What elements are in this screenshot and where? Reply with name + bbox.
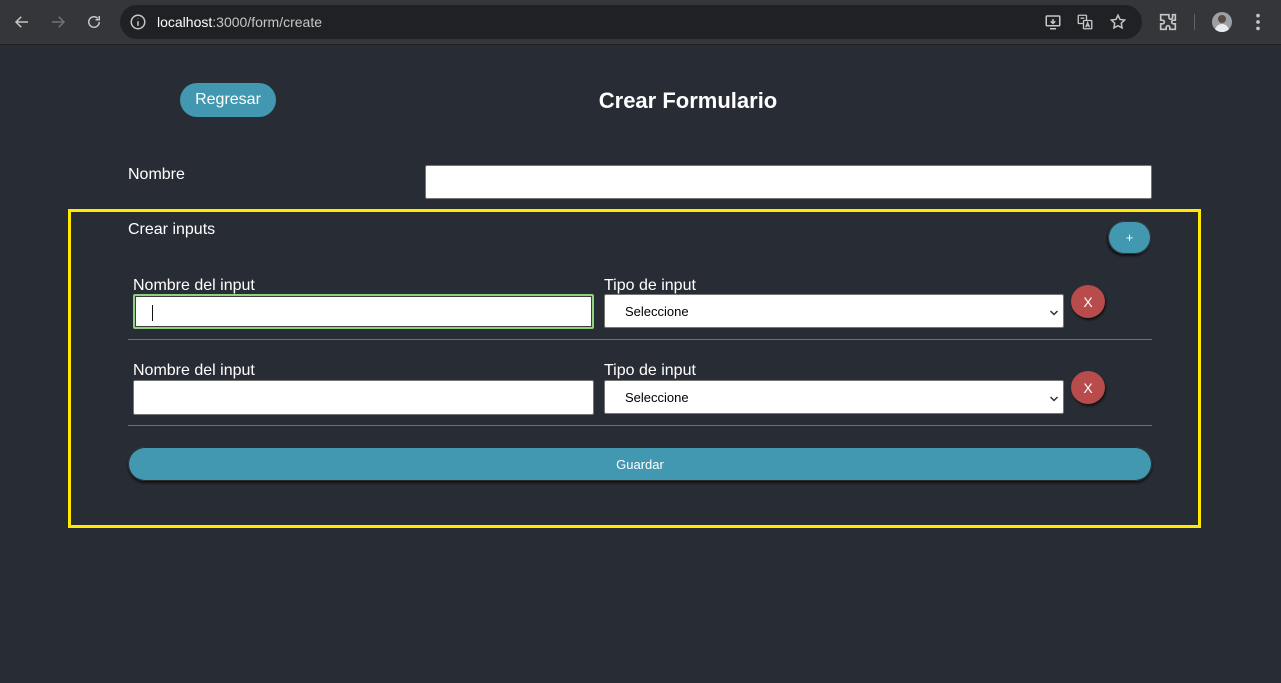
url-host: localhost [157,14,213,30]
install-app-icon[interactable] [1044,13,1062,31]
delete-input-button[interactable]: X [1071,371,1105,404]
nombre-input[interactable] [425,165,1152,199]
browser-toolbar: localhost:3000/form/create [0,0,1281,45]
inputs-section-label: Crear inputs [128,221,216,238]
more-menu-icon[interactable] [1247,11,1269,33]
profile-avatar[interactable] [1212,12,1232,32]
save-button[interactable]: Guardar [128,447,1152,481]
reload-icon[interactable] [82,10,106,34]
extensions-icon[interactable] [1157,11,1179,33]
chevron-down-icon [1049,392,1059,402]
row-divider [128,425,1152,426]
nombre-label: Nombre [128,166,185,183]
row-divider [128,339,1152,340]
url-text: localhost:3000/form/create [157,14,322,30]
input-type-select[interactable]: Seleccione [604,380,1064,414]
input-type-value: Seleccione [625,304,689,319]
site-info-icon[interactable] [129,13,147,31]
input-name-label: Nombre del input [133,362,255,379]
add-input-button[interactable]: + [1108,221,1151,254]
url-path: :3000/form/create [212,14,322,30]
forward-arrow-icon[interactable] [46,10,70,34]
input-type-value: Seleccione [625,390,689,405]
bookmark-star-icon[interactable] [1109,13,1127,31]
input-name-field[interactable] [133,294,594,329]
address-bar[interactable]: localhost:3000/form/create [120,5,1142,39]
text-caret [152,305,153,321]
chevron-down-icon [1049,306,1059,316]
page-title: Crear Formulario [598,88,778,113]
delete-input-button[interactable]: X [1071,285,1105,318]
back-arrow-icon[interactable] [10,10,34,34]
translate-icon[interactable] [1076,13,1094,31]
toolbar-divider [1194,14,1195,30]
input-name-label: Nombre del input [133,277,255,294]
input-type-label: Tipo de input [604,277,696,294]
input-name-field[interactable] [133,380,594,415]
input-type-label: Tipo de input [604,362,696,379]
input-type-select[interactable]: Seleccione [604,294,1064,328]
